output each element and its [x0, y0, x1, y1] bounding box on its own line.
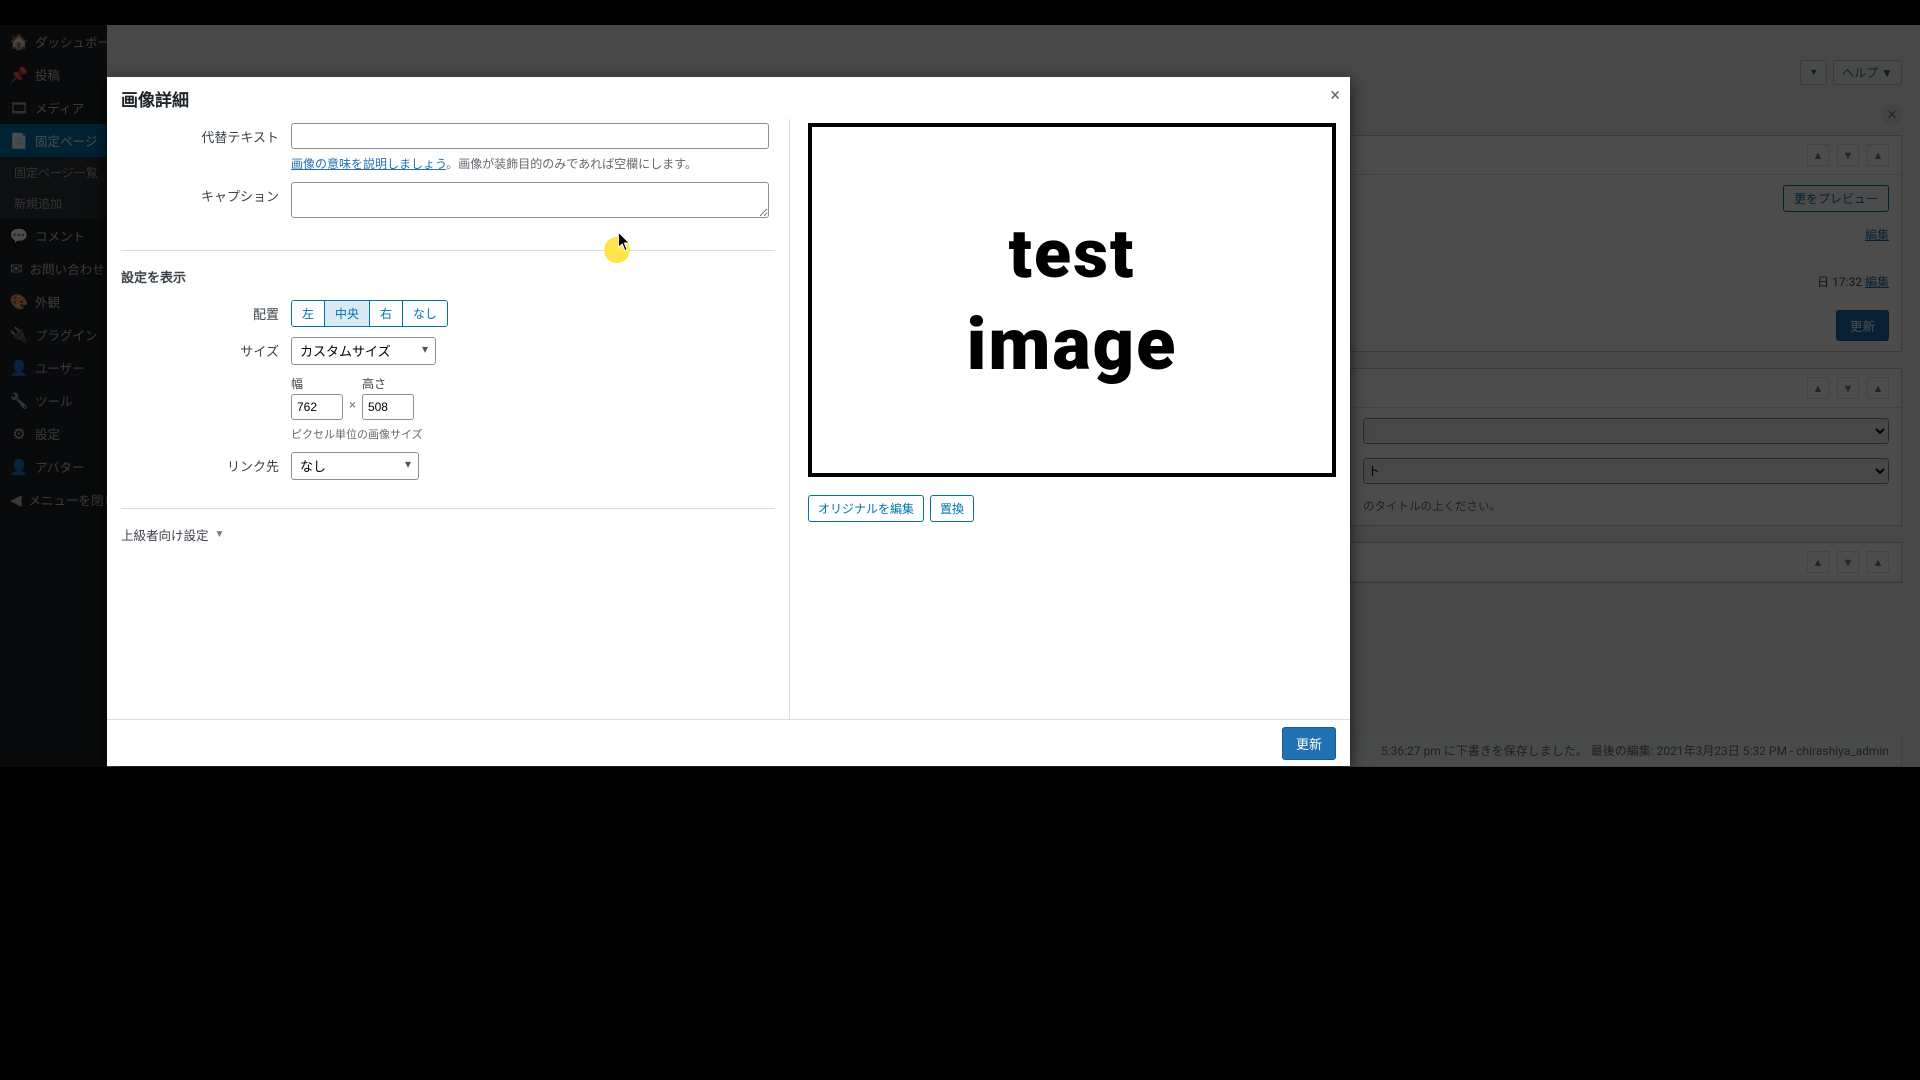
image-details-modal: 画像詳細 × 代替テキスト 画像の意味を説明しましょう。画像が装飾目的のみであれ…	[107, 77, 1350, 766]
advanced-settings-toggle[interactable]: 上級者向け設定 ▼	[121, 525, 775, 544]
advanced-settings-label: 上級者向け設定	[121, 525, 209, 544]
link-to-select[interactable]: なし	[291, 452, 419, 480]
display-settings-heading: 設定を表示	[121, 267, 775, 286]
caption-input[interactable]	[291, 182, 769, 218]
link-to-label: リンク先	[121, 452, 291, 475]
align-label: 配置	[121, 300, 291, 323]
alt-text-hint-link[interactable]: 画像の意味を説明しましょう	[291, 157, 446, 171]
edit-original-button[interactable]: オリジナルを編集	[808, 495, 924, 522]
caption-label: キャプション	[121, 182, 291, 205]
alt-text-hint: 画像の意味を説明しましょう。画像が装飾目的のみであれば空欄にします。	[291, 155, 775, 172]
modal-title: 画像詳細	[121, 86, 189, 111]
width-label: 幅	[291, 375, 343, 392]
preview-text-line1: test	[1009, 214, 1136, 294]
size-select[interactable]: カスタムサイズ	[291, 337, 436, 365]
image-preview: test image	[808, 123, 1336, 477]
chevron-down-icon: ▼	[215, 529, 225, 540]
align-none-button[interactable]: なし	[403, 301, 447, 326]
replace-image-button[interactable]: 置換	[930, 495, 974, 522]
times-icon: ×	[349, 382, 356, 413]
size-label: サイズ	[121, 337, 291, 360]
width-input[interactable]	[291, 394, 343, 420]
align-left-button[interactable]: 左	[292, 301, 325, 326]
alt-text-input[interactable]	[291, 123, 769, 149]
pixel-size-note: ピクセル単位の画像サイズ	[291, 426, 775, 442]
align-button-group: 左 中央 右 なし	[291, 300, 448, 327]
alt-text-hint-rest: 。画像が装飾目的のみであれば空欄にします。	[446, 157, 697, 171]
alt-text-label: 代替テキスト	[121, 123, 291, 146]
align-right-button[interactable]: 右	[370, 301, 403, 326]
modal-update-button[interactable]: 更新	[1282, 727, 1336, 760]
height-label: 高さ	[362, 375, 414, 392]
cursor-icon	[618, 232, 632, 252]
modal-close-button[interactable]: ×	[1330, 85, 1340, 106]
preview-text-line2: image	[967, 302, 1178, 387]
height-input[interactable]	[362, 394, 414, 420]
align-center-button[interactable]: 中央	[325, 301, 370, 326]
